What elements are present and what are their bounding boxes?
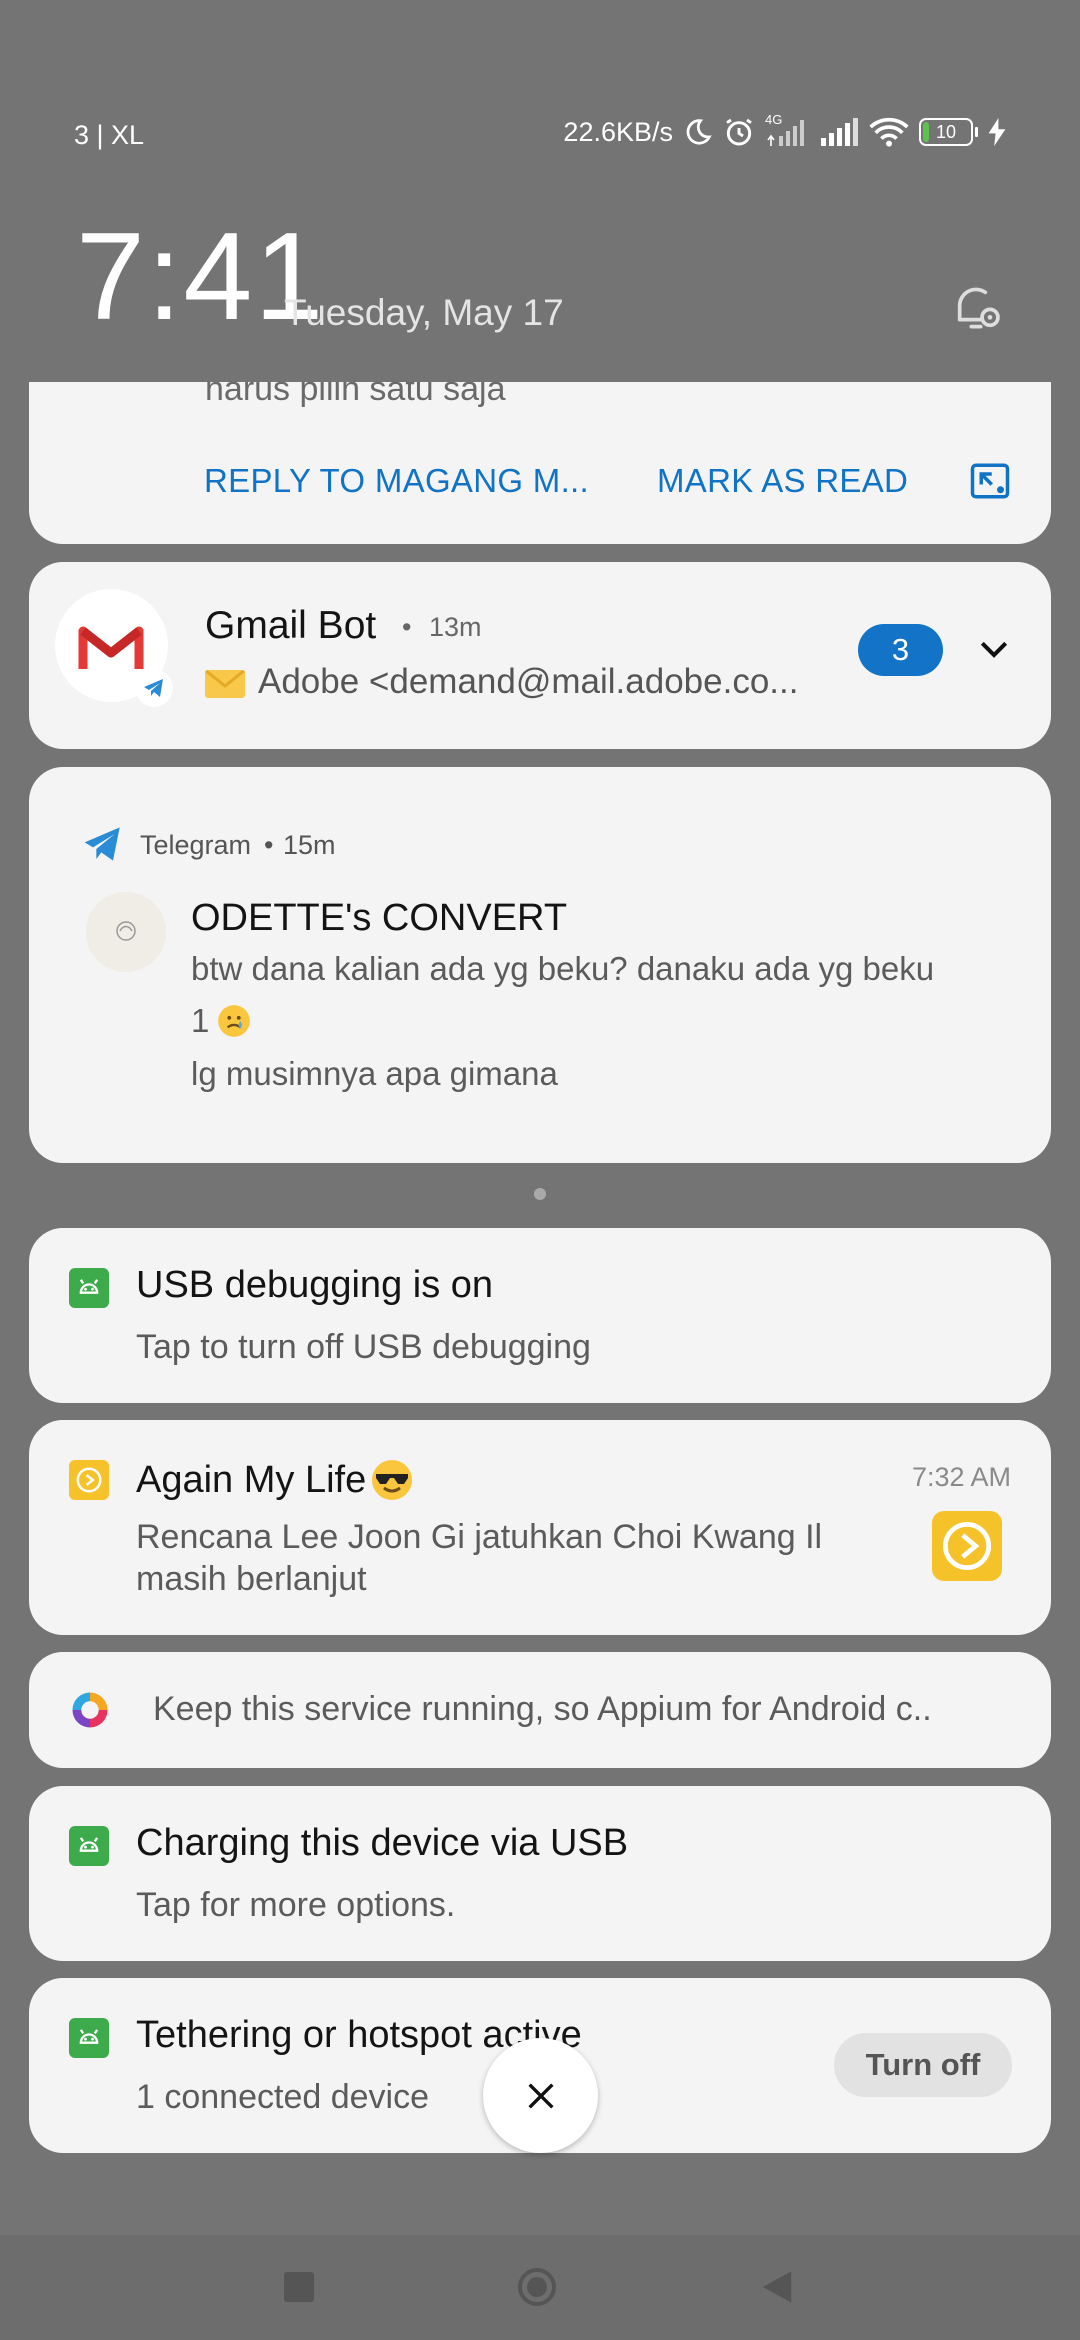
usb-debugging-sub: Tap to turn off USB debugging — [136, 1328, 591, 1366]
date: Tuesday, May 17 — [284, 292, 564, 333]
telegram-dot: • — [264, 830, 274, 860]
group-divider-dot — [534, 1188, 546, 1200]
recents-button[interactable] — [284, 2272, 314, 2302]
android-icon — [69, 1826, 109, 1866]
signal-icon — [821, 118, 858, 146]
telegram-notification-card[interactable]: Telegram • 15m ODETTE's CONVERT btw dana… — [29, 767, 1051, 1163]
battery-level: 10 — [935, 122, 957, 142]
telegram-app-name: Telegram — [140, 830, 252, 860]
charging-card[interactable]: Charging this device via USB Tap for mor… — [29, 1786, 1051, 1961]
open-in-app-icon[interactable] — [969, 460, 1011, 502]
telegram-line2: 1 — [191, 1002, 210, 1039]
sunglasses-emoji-icon — [372, 1460, 413, 1500]
android-icon — [69, 1268, 109, 1308]
gmail-dot: • — [402, 612, 412, 642]
telegram-badge-icon — [135, 669, 173, 707]
odette-avatar — [86, 892, 166, 972]
telegram-time: 15m — [283, 830, 336, 860]
net-speed: 22.6KB/s — [563, 116, 673, 147]
navigation-bar — [0, 2235, 1080, 2340]
play-app-icon — [69, 1460, 109, 1500]
again-my-life-thumb — [932, 1511, 1002, 1581]
battery-icon: 10 — [919, 118, 978, 146]
appium-icon — [72, 1692, 108, 1728]
wifi-icon — [869, 117, 909, 147]
telegram-sender: ODETTE's CONVERT — [191, 897, 568, 939]
telegram-line1: btw dana kalian ada yg beku? danaku ada … — [191, 950, 935, 987]
again-my-life-card[interactable]: Again My Life 7:32 AM Rencana Lee Joon G… — [29, 1420, 1051, 1635]
net-type-label: 4G — [765, 112, 783, 127]
close-icon — [527, 2082, 554, 2109]
again-my-life-time: 7:32 AM — [911, 1462, 1011, 1492]
appium-text: Keep this service running, so Appium for… — [153, 1690, 932, 1728]
odette-logo-icon — [116, 921, 136, 941]
email-notification-card[interactable]: harus pilih satu saja REPLY TO MAGANG M.… — [29, 382, 1051, 544]
gmail-avatar — [55, 589, 173, 707]
crying-face-emoji-icon — [218, 1005, 251, 1037]
home-button[interactable] — [518, 2268, 556, 2306]
gmail-title: Gmail Bot — [205, 604, 377, 647]
clear-all-button[interactable] — [483, 2038, 598, 2153]
telegram-icon — [84, 827, 120, 861]
reply-button[interactable]: REPLY TO MAGANG M... — [204, 462, 589, 500]
envelope-icon — [205, 670, 245, 698]
tethering-sub: 1 connected device — [136, 2078, 429, 2116]
telegram-line2-wrap: 1 — [191, 1002, 253, 1040]
telegram-line3: lg musimnya apa gimana — [191, 1055, 558, 1092]
gmail-count-badge: 3 — [858, 624, 943, 676]
email-preview-text: harus pilih satu saja — [205, 382, 506, 408]
again-my-life-title-wrap: Again My Life — [136, 1456, 416, 1504]
again-my-life-line1: Rencana Lee Joon Gi jatuhkan Choi Kwang … — [136, 1518, 823, 1556]
moon-icon — [686, 119, 712, 145]
charging-title: Charging this device via USB — [136, 1822, 629, 1864]
charging-sub: Tap for more options. — [136, 1886, 456, 1924]
gmail-time: 13m — [429, 612, 482, 642]
play-circle-icon — [942, 1521, 992, 1571]
gmail-notification-card[interactable]: Gmail Bot • 13m Adobe <demand@mail.adobe… — [29, 562, 1051, 749]
carrier-label: 3 | XL — [74, 120, 145, 150]
android-icon — [69, 2018, 109, 2058]
status-icons: 22.6KB/s 4G 10 — [563, 112, 1006, 148]
alarm-icon — [726, 118, 752, 146]
mark-as-read-button[interactable]: MARK AS READ — [657, 462, 908, 500]
usb-debugging-card[interactable]: USB debugging is on Tap to turn off USB … — [29, 1228, 1051, 1403]
again-my-life-title: Again My Life — [136, 1458, 367, 1501]
back-button[interactable] — [760, 2268, 794, 2306]
turn-off-button[interactable]: Turn off — [834, 2033, 1012, 2097]
chevron-down-icon[interactable] — [974, 630, 1014, 670]
again-my-life-line2: masih berlanjut — [136, 1560, 367, 1598]
usb-debugging-title: USB debugging is on — [136, 1264, 494, 1306]
signal-4g-icon: 4G — [765, 112, 809, 146]
notification-settings-icon[interactable] — [948, 280, 1004, 336]
gmail-preview: Adobe <demand@mail.adobe.co... — [258, 662, 799, 701]
charging-icon — [988, 118, 1006, 146]
appium-service-card[interactable]: Keep this service running, so Appium for… — [29, 1652, 1051, 1768]
